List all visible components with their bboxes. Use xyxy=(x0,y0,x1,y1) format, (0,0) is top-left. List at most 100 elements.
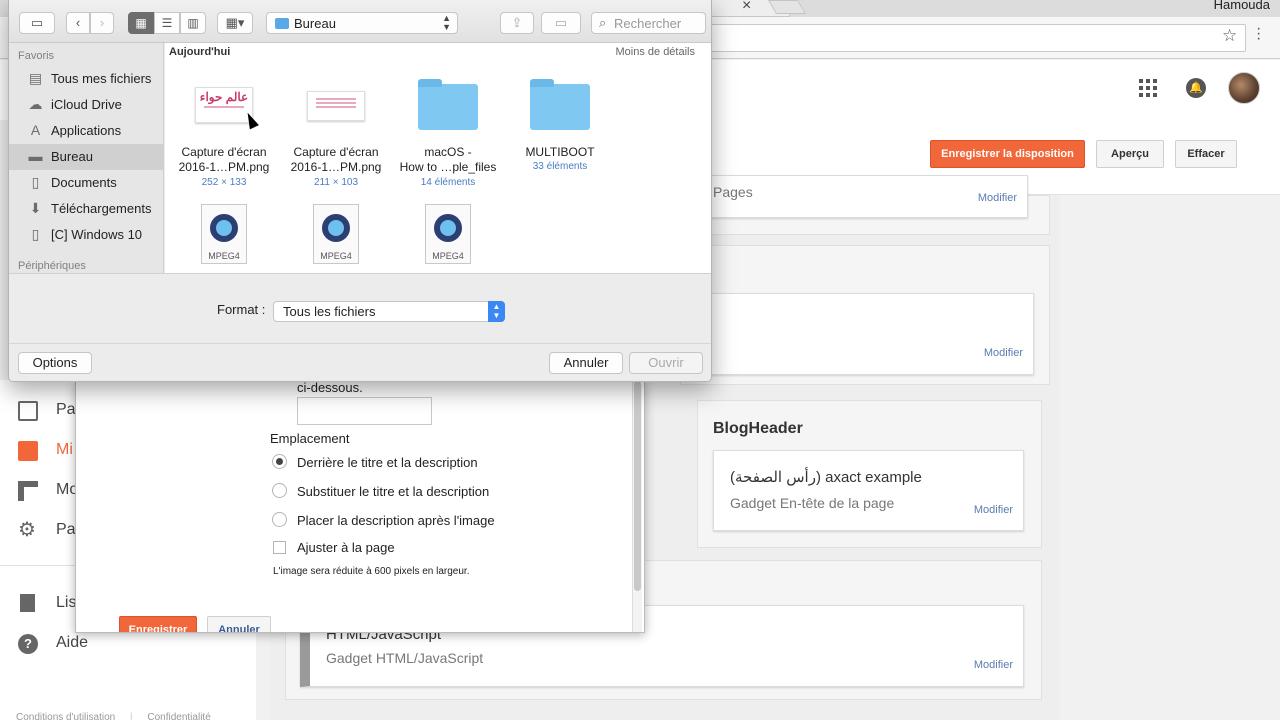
cancel-button[interactable]: Annuler xyxy=(207,616,271,632)
settings-icon: ⚙ xyxy=(18,519,36,541)
footer-links: Conditions d'utilisation | Confidentiali… xyxy=(16,712,211,720)
applications-icon: A xyxy=(30,122,41,138)
gadget-title: (رأس الصفحة) axact example xyxy=(730,469,922,486)
pages-icon xyxy=(18,401,38,421)
location-popup[interactable]: Bureau ▲ ▼ xyxy=(266,12,458,34)
file-name: Capture d'écran 2016-1…PM.png xyxy=(178,145,270,174)
instruction-text: ci-dessous. xyxy=(297,380,363,395)
back-icon[interactable]: ‹ xyxy=(66,12,90,34)
folder-item[interactable]: MULTIBOOT 33 éléments xyxy=(504,79,616,191)
folder-item[interactable]: macOS - How to …ple_files 14 éléments xyxy=(392,79,504,191)
format-select[interactable]: Tous les fichiers ▲ ▼ xyxy=(273,301,505,322)
modal-scrollbar[interactable] xyxy=(632,381,642,632)
file-name: MULTIBOOT xyxy=(525,145,595,159)
save-layout-button[interactable]: Enregistrer la disposition xyxy=(930,140,1085,168)
file-item[interactable]: عالم حواء Capture d'écran 2016-1…PM.png 2… xyxy=(168,87,280,191)
section-title: BlogHeader xyxy=(713,420,803,437)
favorites-header: Favoris xyxy=(18,50,55,62)
format-value: Tous les fichiers xyxy=(283,304,376,319)
image-url-field[interactable] xyxy=(297,397,432,425)
open-button[interactable]: Ouvrir xyxy=(629,352,703,374)
modify-link[interactable]: Modifier xyxy=(974,504,1013,516)
modify-link[interactable]: Modifier xyxy=(984,347,1023,359)
sidebar-toggle-icon[interactable]: ▭ xyxy=(19,12,55,34)
less-details-link[interactable]: Moins de détails xyxy=(616,46,696,58)
icon-view-icon[interactable]: ▦ xyxy=(128,12,154,34)
modify-link[interactable]: Modifier xyxy=(974,659,1013,671)
quicktime-icon xyxy=(322,214,350,242)
folder-icon xyxy=(418,79,478,130)
quicktime-icon xyxy=(434,214,462,242)
gadget-empty[interactable]: Modifier xyxy=(700,293,1034,375)
gadget-pages[interactable]: Pages Modifier xyxy=(700,175,1028,218)
sidebar-item-all-files[interactable]: ▤ Tous mes fichiers xyxy=(9,66,164,92)
browser-menu-icon[interactable]: · · · xyxy=(1256,21,1262,47)
sidebar-item-icloud[interactable]: ☁ iCloud Drive xyxy=(9,92,164,118)
nav-label: Pa xyxy=(56,401,76,418)
gadget-blogheader[interactable]: (رأس الصفحة) axact example Gadget En-têt… xyxy=(713,450,1024,531)
avatar[interactable] xyxy=(1228,72,1260,104)
radio-label: Placer la description après l'image xyxy=(297,513,495,528)
group-title: Aujourd'hui xyxy=(169,46,231,58)
sidebar-item-label: [C] Windows 10 xyxy=(51,227,143,242)
image-thumbnail xyxy=(307,91,365,121)
sidebar-item-desktop[interactable]: ▬ Bureau xyxy=(9,144,164,170)
share-icon[interactable]: ⇪ xyxy=(500,12,534,34)
sidebar-item-windows[interactable]: ▯ [C] Windows 10 xyxy=(9,222,164,248)
movie-file-item[interactable]: MPEG4 xyxy=(313,204,359,264)
disk-icon: ▯ xyxy=(31,226,40,242)
preview-button[interactable]: Aperçu xyxy=(1096,140,1164,168)
bookmark-star-icon[interactable]: ☆ xyxy=(1222,26,1237,46)
all-files-icon: ▤ xyxy=(28,70,43,86)
folder-icon xyxy=(530,79,590,130)
tab-close-icon[interactable]: × xyxy=(742,0,751,15)
clear-button[interactable]: Effacer xyxy=(1175,140,1237,168)
tag-icon[interactable]: ▭ xyxy=(541,12,581,34)
forward-icon[interactable]: › xyxy=(90,12,114,34)
scrollbar-thumb[interactable] xyxy=(634,381,641,591)
file-item[interactable]: Capture d'écran 2016-1…PM.png 211 × 103 xyxy=(280,87,392,191)
dialog-sidebar: Favoris ▤ Tous mes fichiers ☁ iCloud Dri… xyxy=(9,43,164,273)
list-view-icon[interactable]: ☰ xyxy=(154,12,180,34)
nav-label: Pa xyxy=(56,521,76,538)
notifications-icon[interactable]: 🔔 xyxy=(1186,78,1206,98)
column-view-icon[interactable]: ▥ xyxy=(180,12,206,34)
file-meta: 211 × 103 xyxy=(313,177,359,188)
header-config-dialog: ci-dessous. Emplacement Derrière le titr… xyxy=(75,380,645,633)
sidebar-item-applications[interactable]: A Applications xyxy=(9,118,164,144)
address-bar[interactable] xyxy=(690,24,1246,52)
resize-note: L'image sera réduite à 600 pixels en lar… xyxy=(273,566,470,577)
thumbnail-text: عالم حواء xyxy=(199,90,249,104)
modify-link[interactable]: Modifier xyxy=(978,192,1017,204)
fit-to-page-checkbox[interactable] xyxy=(273,541,286,554)
placement-radio-replace[interactable] xyxy=(272,483,287,498)
placement-radio-behind[interactable] xyxy=(272,454,287,469)
movie-file-item[interactable]: MPEG4 xyxy=(201,204,247,264)
sidebar-item-label: Tous mes fichiers xyxy=(51,71,152,86)
save-button[interactable]: Enregistrer xyxy=(119,616,197,632)
file-open-dialog: ▭ ‹ › ▦ ☰ ▥ ▦▾ Bureau ▲ ▼ ⇪ ▭ ⌕ Recherche… xyxy=(8,0,712,382)
dialog-footer: Options Annuler Ouvrir xyxy=(9,343,711,381)
options-button[interactable]: Options xyxy=(18,352,92,374)
folder-icon xyxy=(275,18,289,29)
arrange-menu-icon[interactable]: ▦▾ xyxy=(217,12,253,34)
nav-label: Lis xyxy=(56,594,77,611)
sidebar-item-downloads[interactable]: ⬇ Téléchargements xyxy=(9,196,164,222)
profile-name[interactable]: Hamouda xyxy=(1214,0,1270,12)
file-type-label: MPEG4 xyxy=(208,251,240,261)
search-input[interactable]: ⌕ Rechercher xyxy=(591,12,706,34)
file-name: Capture d'écran 2016-1…PM.png xyxy=(290,145,382,174)
movie-file-item[interactable]: MPEG4 xyxy=(425,204,471,264)
apps-grid-icon[interactable] xyxy=(1139,79,1157,97)
sidebar-item-label: Téléchargements xyxy=(51,201,152,216)
cancel-button[interactable]: Annuler xyxy=(549,352,623,374)
gadget-title: Pages xyxy=(713,184,753,200)
file-type-label: MPEG4 xyxy=(432,251,464,261)
placement-radio-after[interactable] xyxy=(272,512,287,527)
sidebar-item-documents[interactable]: ▯ Documents xyxy=(9,170,164,196)
document-icon: ▯ xyxy=(31,174,40,190)
sidebar-item-label: Documents xyxy=(51,175,117,190)
privacy-link[interactable]: Confidentialité xyxy=(147,712,210,720)
terms-link[interactable]: Conditions d'utilisation xyxy=(16,712,115,720)
file-name: macOS - How to …ple_files xyxy=(399,145,497,174)
